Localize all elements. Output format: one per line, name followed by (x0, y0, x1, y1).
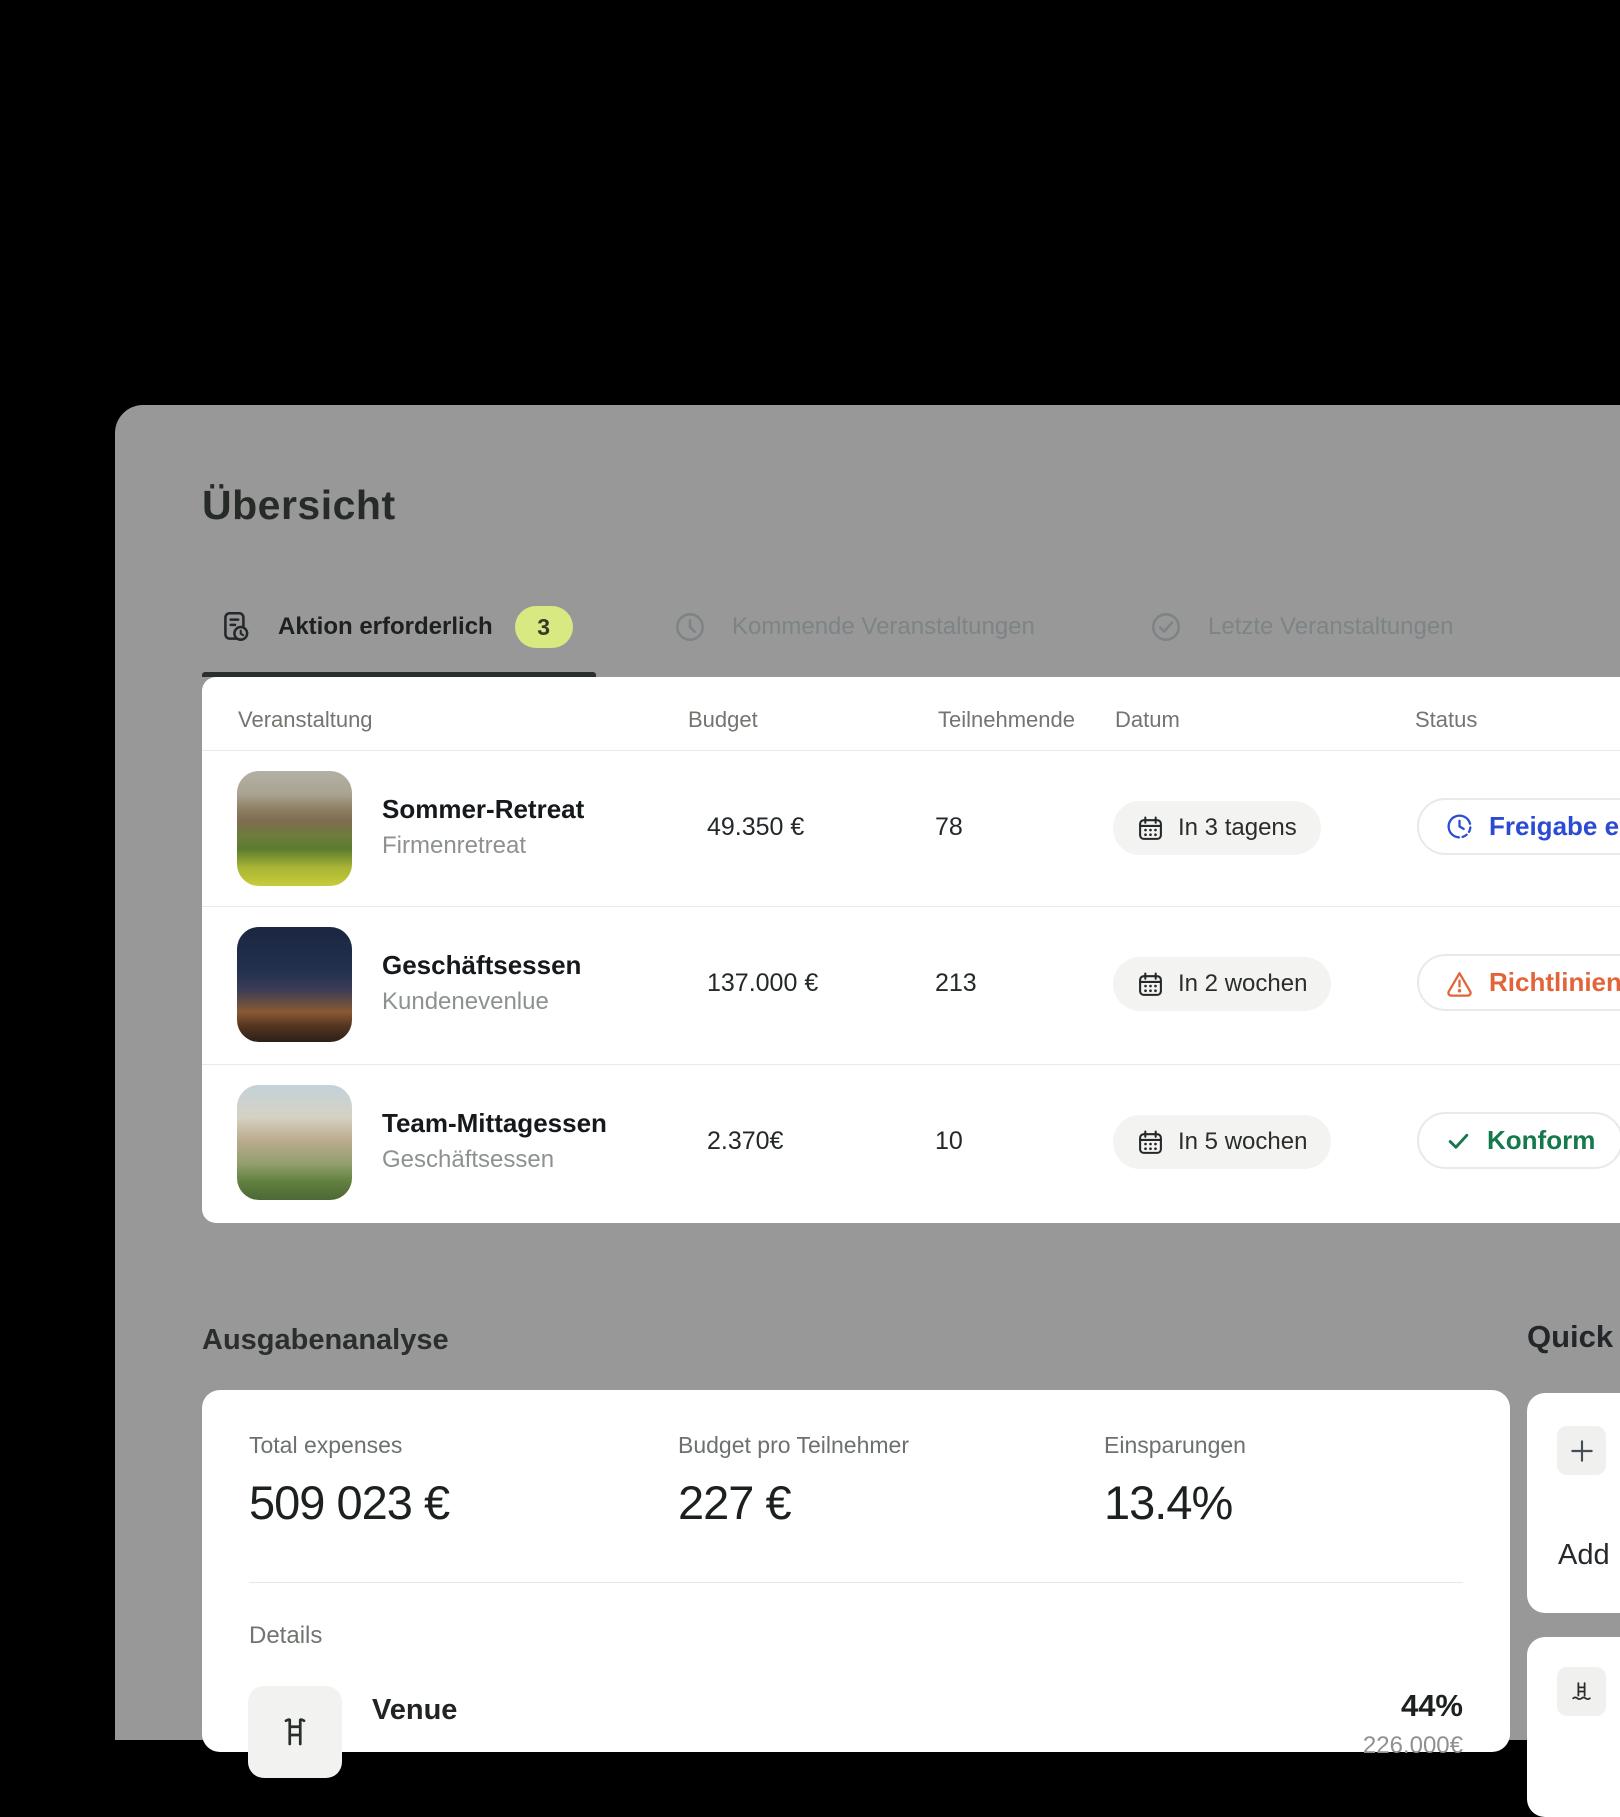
column-header: Datum (1115, 707, 1180, 733)
document-clock-icon (218, 609, 254, 645)
date-badge: In 3 tagens (1113, 801, 1321, 855)
stat-value: 509 023 € (249, 1475, 449, 1530)
stat-value: 227 € (678, 1475, 909, 1530)
event-budget: 49.350 € (707, 813, 804, 842)
table-row[interactable]: Team-Mittagessen Geschäftsessen 2.370€ 1… (202, 1064, 1620, 1220)
event-thumbnail (237, 1085, 352, 1200)
tab-kommende-veranstaltungen[interactable]: Kommende Veranstaltungen (672, 602, 1035, 652)
date-label: In 2 wochen (1178, 970, 1307, 998)
event-budget: 137.000 € (707, 969, 818, 998)
calendar-icon (1137, 1129, 1164, 1156)
details-heading: Details (249, 1622, 322, 1650)
status-badge: Richtlinienw (1417, 954, 1620, 1011)
page-title: Übersicht (202, 482, 396, 529)
date-label: In 3 tagens (1178, 814, 1297, 842)
date-label: In 5 wochen (1178, 1128, 1307, 1156)
date-badge: In 5 wochen (1113, 1115, 1331, 1169)
detail-row-percent: 44% (1401, 1688, 1463, 1724)
status-badge: Konform (1417, 1112, 1620, 1169)
column-header: Status (1415, 707, 1477, 733)
event-name: Team-Mittagessen (382, 1108, 607, 1139)
pool-ladder-icon (1557, 1667, 1606, 1716)
check-circle-icon (1148, 609, 1184, 645)
event-category: Kundenevenlue (382, 988, 549, 1016)
tab-letzte-veranstaltungen[interactable]: Letzte Veranstaltungen (1148, 602, 1454, 652)
plus-icon[interactable] (1557, 1426, 1606, 1475)
column-header: Budget (688, 707, 758, 733)
table-row[interactable]: Geschäftsessen Kundenevenlue 137.000 € 2… (202, 906, 1620, 1062)
stat-label: Total expenses (249, 1432, 449, 1459)
detail-row-amount: 226.000€ (1363, 1732, 1463, 1760)
quick-card-secondary[interactable] (1527, 1637, 1620, 1817)
calendar-icon (1137, 815, 1164, 842)
venue-icon-tile (248, 1686, 342, 1778)
event-name: Geschäftsessen (382, 950, 581, 981)
quick-add-card[interactable]: Add (1527, 1393, 1620, 1613)
event-category: Geschäftsessen (382, 1146, 554, 1174)
detail-row-label: Venue (372, 1694, 457, 1727)
stat-value: 13.4% (1104, 1475, 1246, 1530)
stat-savings: Einsparungen 13.4% (1104, 1432, 1246, 1530)
stat-total-expenses: Total expenses 509 023 € (249, 1432, 449, 1530)
event-thumbnail (237, 927, 352, 1042)
event-name: Sommer-Retreat (382, 794, 584, 825)
events-table: Veranstaltung Budget Teilnehmende Datum … (202, 677, 1620, 1223)
event-budget: 2.370€ (707, 1127, 783, 1156)
stat-label: Budget pro Teilnehmer (678, 1432, 909, 1459)
quick-section-title: Quick (1527, 1319, 1613, 1355)
ladder-icon (277, 1714, 313, 1750)
tab-badge-count: 3 (515, 606, 573, 648)
analysis-section-title: Ausgabenanalyse (202, 1324, 449, 1357)
status-label: Konform (1487, 1125, 1595, 1156)
stat-label: Einsparungen (1104, 1432, 1246, 1459)
check-icon (1445, 1127, 1472, 1154)
event-thumbnail (237, 771, 352, 886)
tab-label: Aktion erforderlich (278, 613, 493, 641)
event-participants: 213 (935, 969, 977, 998)
event-participants: 78 (935, 813, 963, 842)
status-label: Richtlinienw (1489, 967, 1620, 998)
status-badge: Freigabe erf (1417, 798, 1620, 855)
warning-triangle-icon (1445, 968, 1474, 997)
upcoming-clock-icon (672, 609, 708, 645)
status-label: Freigabe erf (1489, 811, 1620, 842)
event-participants: 10 (935, 1127, 963, 1156)
clock-pending-icon (1445, 812, 1474, 841)
tab-aktion-erforderlich[interactable]: Aktion erforderlich 3 (218, 602, 573, 652)
tab-label: Letzte Veranstaltungen (1208, 613, 1454, 641)
divider (249, 1582, 1463, 1583)
column-header: Veranstaltung (238, 707, 373, 733)
event-category: Firmenretreat (382, 832, 526, 860)
quick-add-label: Add (1558, 1539, 1610, 1572)
column-header: Teilnehmende (938, 707, 1075, 733)
stat-budget-per-participant: Budget pro Teilnehmer 227 € (678, 1432, 909, 1530)
table-row[interactable]: Sommer-Retreat Firmenretreat 49.350 € 78… (202, 750, 1620, 906)
analysis-card: Total expenses 509 023 € Budget pro Teil… (202, 1390, 1510, 1752)
date-badge: In 2 wochen (1113, 957, 1331, 1011)
tab-label: Kommende Veranstaltungen (732, 613, 1035, 641)
calendar-icon (1137, 971, 1164, 998)
